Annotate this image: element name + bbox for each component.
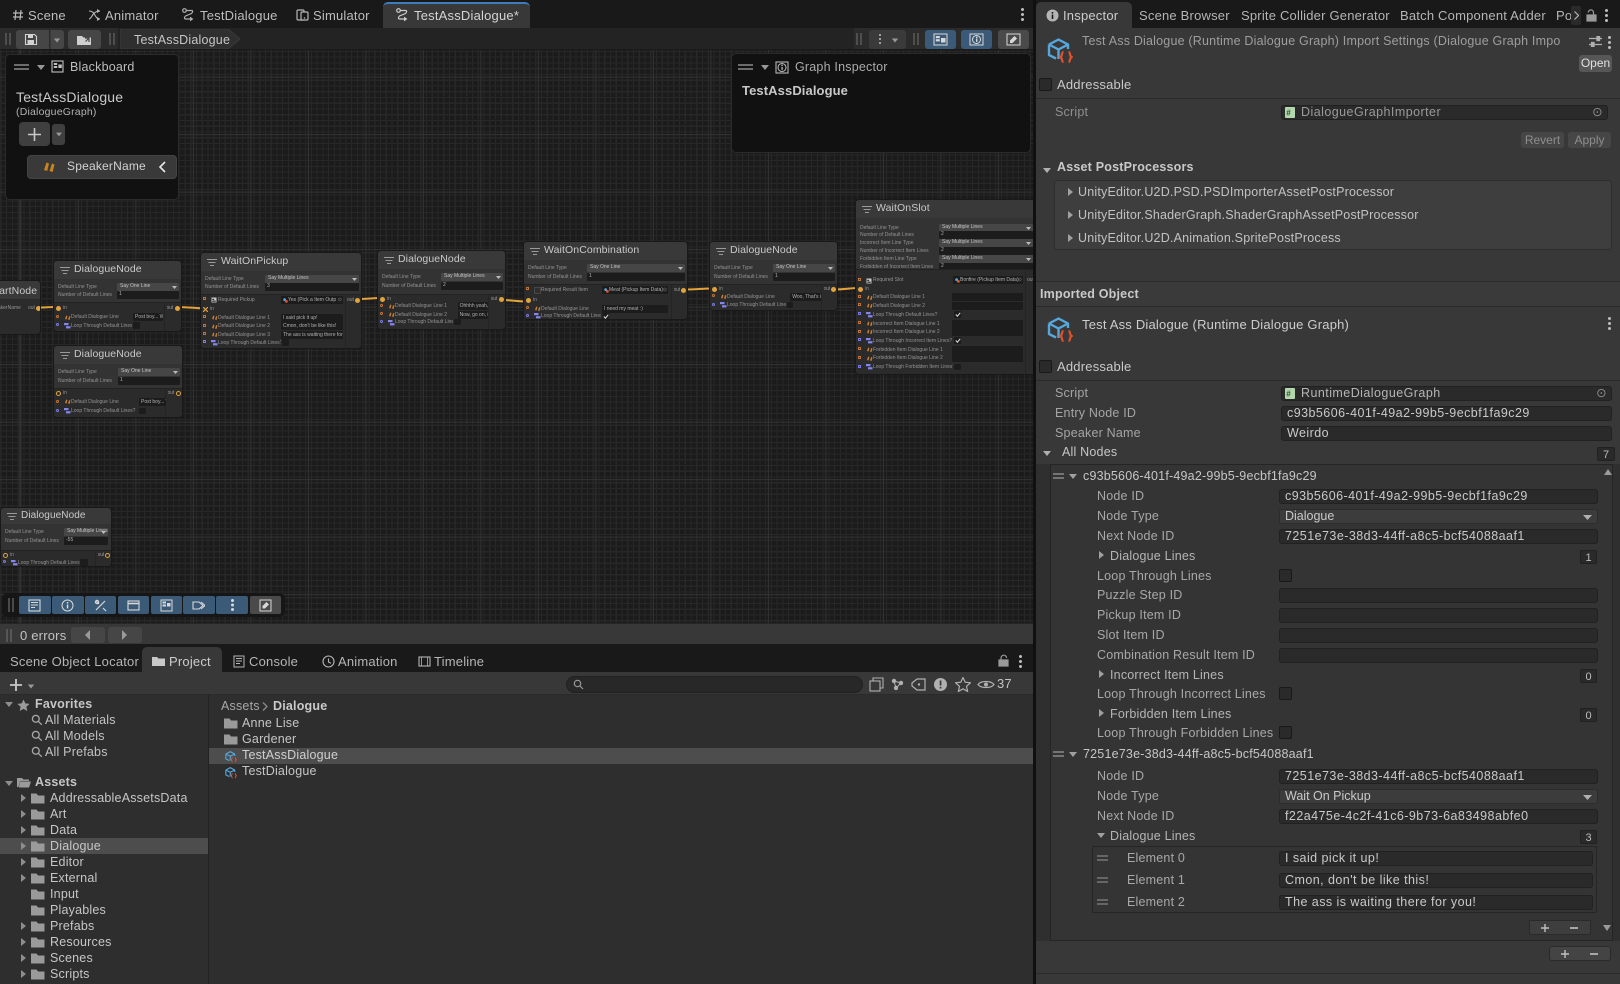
svg-text:#: #	[1286, 109, 1291, 118]
svg-text:#: #	[1286, 390, 1291, 399]
